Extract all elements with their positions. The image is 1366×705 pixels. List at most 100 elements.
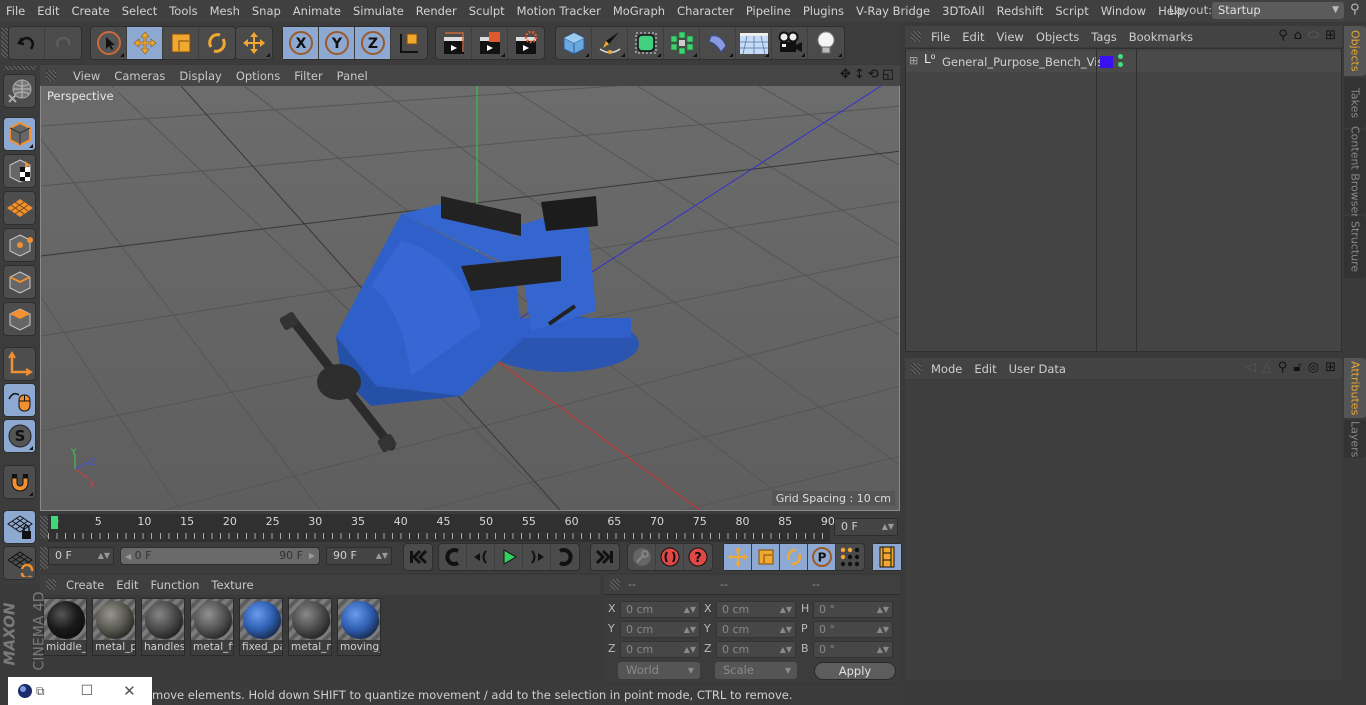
side-tab-structure[interactable]: Structure <box>1344 216 1366 278</box>
make-editable-button[interactable] <box>3 74 36 108</box>
redo-button[interactable] <box>45 27 81 59</box>
material-menu-edit[interactable]: Edit <box>110 578 144 592</box>
back-icon[interactable]: ◁ <box>1246 360 1256 375</box>
visibility-icon[interactable]: ⬭ <box>1308 28 1319 43</box>
expand-icon[interactable]: ⊞ <box>909 54 918 67</box>
om-menu-objects[interactable]: Objects <box>1030 30 1085 44</box>
side-tab-layers[interactable]: Layers <box>1344 420 1366 458</box>
spinner-icon[interactable]: ▲▼ <box>684 642 696 657</box>
viewport-menu-view[interactable]: View <box>66 69 107 83</box>
edge-mode-button[interactable] <box>3 265 36 299</box>
menu-pipeline[interactable]: Pipeline <box>740 4 797 18</box>
menu-motion-tracker[interactable]: Motion Tracker <box>511 4 607 18</box>
spinner-icon[interactable]: ▲▼ <box>780 622 792 637</box>
minimized-window-bar[interactable]: ⧉ ☐ ✕ <box>8 677 152 705</box>
coord-value-field[interactable]: 0 cm ▲▼ <box>620 601 700 618</box>
viewport-menu-cameras[interactable]: Cameras <box>107 69 172 83</box>
z-axis-button[interactable]: Z <box>355 27 391 59</box>
scale-button[interactable] <box>163 27 199 59</box>
dolly-view-icon[interactable]: ↕ <box>854 67 865 82</box>
menu-mograph[interactable]: MoGraph <box>607 4 671 18</box>
lock-icon[interactable]: 🔓︎ <box>1293 360 1301 375</box>
attr-menu-mode[interactable]: Mode <box>925 362 968 376</box>
rotate-view-icon[interactable]: ⟲ <box>868 67 879 82</box>
up-icon[interactable]: △ <box>1262 360 1272 375</box>
layout-dropdown[interactable]: Startup ▼ <box>1212 2 1344 19</box>
om-menu-bookmarks[interactable]: Bookmarks <box>1123 30 1199 44</box>
prev-key-button[interactable] <box>439 544 467 570</box>
layer-color-swatch[interactable] <box>1100 56 1113 68</box>
pen-spline-button[interactable] <box>592 27 628 59</box>
timeline-grip[interactable] <box>40 547 48 569</box>
menu-snap[interactable]: Snap <box>246 4 287 18</box>
side-tab-content-browser[interactable]: Content Browser <box>1344 126 1366 218</box>
menu-script[interactable]: Script <box>1049 4 1094 18</box>
material-menu-function[interactable]: Function <box>145 578 206 592</box>
side-tab-attributes[interactable]: Attributes <box>1344 358 1366 418</box>
panel-grip[interactable] <box>46 579 56 590</box>
workplane-mode-button[interactable] <box>3 191 36 225</box>
next-frame-button[interactable] <box>523 544 551 570</box>
point-mode-button[interactable] <box>3 228 36 262</box>
panel-grip[interactable] <box>911 363 921 374</box>
spinner-icon[interactable]: ▲▼ <box>877 602 889 617</box>
texture-mode-button[interactable] <box>3 154 36 188</box>
coordinate-space-dropdown[interactable]: World ▼ <box>618 662 700 679</box>
spinner-icon[interactable]: ▲▼ <box>877 622 889 637</box>
align-workplane-button[interactable] <box>3 546 36 580</box>
camera-button[interactable] <box>772 27 808 59</box>
transform-type-dropdown[interactable]: Scale ▼ <box>715 662 797 679</box>
menu-sculpt[interactable]: Sculpt <box>463 4 511 18</box>
om-menu-file[interactable]: File <box>925 30 956 44</box>
column-divider[interactable] <box>1136 49 1137 351</box>
column-divider[interactable] <box>1096 49 1097 351</box>
material-swatch[interactable]: fixed_pa <box>239 598 283 656</box>
spinner-icon[interactable]: ▲▼ <box>376 548 388 564</box>
coord-value-field[interactable]: 0 cm ▲▼ <box>716 601 796 618</box>
live-selection-button[interactable] <box>91 27 127 59</box>
autokeying-button[interactable] <box>656 544 684 570</box>
toggle-layout-icon[interactable]: ◱ <box>882 67 894 82</box>
om-menu-edit[interactable]: Edit <box>956 30 990 44</box>
spinner-icon[interactable]: ▲▼ <box>877 642 889 657</box>
apply-button[interactable]: Apply <box>814 662 896 680</box>
move-button[interactable] <box>127 27 163 59</box>
light-button[interactable] <box>808 27 844 59</box>
cube-button[interactable] <box>556 27 592 59</box>
coord-value-field[interactable]: 0 cm ▲▼ <box>716 621 796 638</box>
viewport-menu-filter[interactable]: Filter <box>287 69 329 83</box>
coord-value-field[interactable]: 0 cm ▲▼ <box>716 641 796 658</box>
panel-grip[interactable] <box>46 70 56 81</box>
search-icon[interactable]: ⚲ <box>1278 360 1288 375</box>
polygon-mode-button[interactable] <box>3 302 36 336</box>
menu-select[interactable]: Select <box>116 4 163 18</box>
spinner-icon[interactable]: ▲▼ <box>98 548 110 564</box>
key-rotation-button[interactable] <box>780 544 808 570</box>
key-pla-button[interactable] <box>836 544 864 570</box>
menu-3dtoall[interactable]: 3DToAll <box>936 4 991 18</box>
3d-viewport[interactable]: Perspective Y Z X Grid Spacing : 10 cm <box>40 86 900 511</box>
record-active-objects-button[interactable] <box>628 544 656 570</box>
frame-range-slider[interactable]: ◀ 0 F 90 F ▶ <box>120 547 320 565</box>
material-swatch[interactable]: metal_fi <box>190 598 234 656</box>
material-swatch[interactable]: moving_ <box>337 598 381 656</box>
coord-value-field[interactable]: 0 ° ▲▼ <box>813 621 893 638</box>
spinner-icon[interactable]: ▲▼ <box>684 622 696 637</box>
menu-simulate[interactable]: Simulate <box>347 4 410 18</box>
menu-file[interactable]: File <box>0 4 31 18</box>
timeline-window-button[interactable] <box>873 544 901 570</box>
deformer-button[interactable] <box>700 27 736 59</box>
render-view-button[interactable] <box>436 27 472 59</box>
subdivision-surface-button[interactable] <box>628 27 664 59</box>
viewport-menu-display[interactable]: Display <box>172 69 228 83</box>
panel-grip[interactable] <box>911 31 921 42</box>
editor-visibility-dot[interactable] <box>1118 54 1123 59</box>
spinner-icon[interactable]: ▲▼ <box>780 602 792 617</box>
om-menu-tags[interactable]: Tags <box>1085 30 1122 44</box>
prev-frame-button[interactable] <box>467 544 495 570</box>
spinner-icon[interactable]: ▲▼ <box>780 642 792 657</box>
menu-tools[interactable]: Tools <box>163 4 203 18</box>
target-icon[interactable]: ◎ <box>1308 360 1319 375</box>
material-menu-texture[interactable]: Texture <box>205 578 259 592</box>
material-swatch[interactable]: metal_m <box>288 598 332 656</box>
